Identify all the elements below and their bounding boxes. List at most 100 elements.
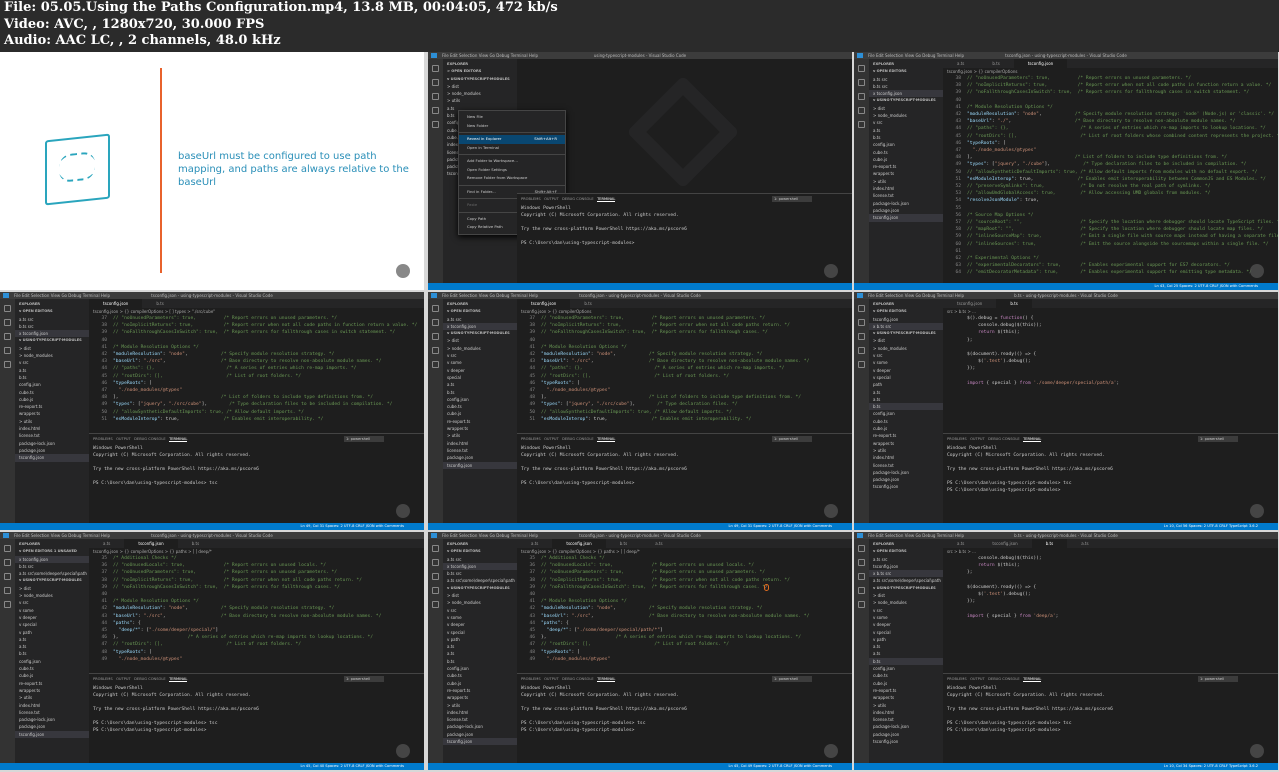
explorer-item[interactable]: license.txt [869, 716, 943, 723]
breadcrumb[interactable]: tsconfig.json > {} compilerOptions [943, 68, 1278, 75]
explorer-item[interactable]: a.ts [443, 643, 517, 650]
search-icon[interactable] [4, 319, 11, 326]
explorer-item[interactable]: a.ts src\some\deeper\special\path [869, 577, 943, 584]
extensions-icon[interactable] [432, 121, 439, 128]
explorer-section-header[interactable]: v OPEN EDITORS [869, 68, 943, 75]
panel-tab[interactable]: PROBLEMS [93, 677, 113, 681]
explorer-item[interactable]: tsconfig.json [443, 461, 517, 469]
code-editor[interactable]: 38 // "noUnusedParameters": true, /* Repo… [943, 75, 1278, 283]
explorer-item[interactable]: tsconfig.json [443, 738, 517, 746]
explorer-item[interactable]: > utils [443, 97, 517, 104]
explorer-item[interactable]: package-lock.json [15, 440, 89, 447]
editor-tab[interactable]: tsconfig.json [943, 299, 996, 308]
explorer-item[interactable]: cube.ts [443, 403, 517, 410]
code-editor[interactable]: 37 // "noUnusedParameters": true, /* Repo… [89, 315, 424, 433]
explorer-item[interactable]: index.html [15, 702, 89, 709]
search-icon[interactable] [858, 79, 865, 86]
terminal-shell-select[interactable]: 1: powershell [772, 436, 812, 442]
source-control-icon[interactable] [4, 573, 11, 580]
explorer-item[interactable]: index.html [869, 185, 943, 192]
explorer-item[interactable]: re-export.ts [443, 418, 517, 425]
explorer-item[interactable]: package.json [869, 731, 943, 738]
panel-tab[interactable]: PROBLEMS [947, 677, 967, 681]
explorer-item[interactable]: cube.js [443, 680, 517, 687]
explorer-item[interactable]: a.ts [869, 643, 943, 650]
panel-tab[interactable]: PROBLEMS [93, 437, 113, 441]
explorer-item[interactable]: > dist [15, 585, 89, 592]
explorer-item[interactable]: a.ts src\some\deeper\special\path [15, 570, 89, 577]
explorer-section-header[interactable]: v USING-TYPESCRIPT-MODULES [443, 76, 517, 83]
explorer-item[interactable]: x tsconfig.json [15, 555, 89, 563]
explorer-item[interactable]: v special [443, 629, 517, 636]
explorer-item[interactable]: > utils [443, 702, 517, 709]
explorer-item[interactable]: v path [15, 629, 89, 636]
terminal-shell-select[interactable]: 1: powershell [1198, 436, 1238, 442]
editor-tab[interactable]: a.ts [89, 539, 124, 548]
explorer-item[interactable]: index.html [869, 709, 943, 716]
editor-tab[interactable]: b.ts [606, 539, 641, 548]
explorer-item[interactable]: config.json [869, 141, 943, 148]
extensions-icon[interactable] [858, 601, 865, 608]
explorer-item[interactable]: > utils [869, 178, 943, 185]
code-editor[interactable]: 35 /* Additional Checks */ 36 // "noUnusedL… [517, 555, 852, 673]
search-icon[interactable] [4, 559, 11, 566]
explorer-item[interactable]: > dist [869, 592, 943, 599]
explorer-item[interactable]: v special [15, 621, 89, 628]
debug-icon[interactable] [4, 347, 11, 354]
explorer-item[interactable]: tsconfig.json [15, 730, 89, 739]
panel-tab[interactable]: TERMINAL [1023, 677, 1042, 682]
explorer-item[interactable]: > node_modules [443, 345, 517, 352]
explorer-section-header[interactable]: v USING-TYPESCRIPT-MODULES [15, 337, 89, 344]
explorer-item[interactable]: cube.ts [443, 672, 517, 679]
explorer-item[interactable]: > utils [869, 702, 943, 709]
explorer-item[interactable]: package.json [443, 731, 517, 738]
editor-tab[interactable]: a.ts [943, 539, 978, 548]
explorer-item[interactable]: cube.ts [15, 389, 89, 396]
explorer-item[interactable]: v src [869, 607, 943, 614]
files-icon[interactable] [858, 545, 865, 552]
debug-icon[interactable] [858, 347, 865, 354]
explorer-section-header[interactable]: v USING-TYPESCRIPT-MODULES [443, 330, 517, 337]
explorer-item[interactable]: path [869, 381, 943, 388]
search-icon[interactable] [858, 319, 865, 326]
explorer-section-header[interactable]: v OPEN EDITORS 1 UNSAVED [15, 548, 89, 555]
breadcrumb[interactable]: tsconfig.json > {} compilerOptions > {} … [89, 548, 424, 555]
code-editor[interactable]: $().debug = function() { console.debug($… [943, 315, 1278, 433]
explorer-item[interactable]: license.txt [443, 447, 517, 454]
terminal-shell-select[interactable]: 1: powershell [772, 676, 812, 682]
explorer-item[interactable]: v some [15, 607, 89, 614]
panel-tab[interactable]: TERMINAL [1023, 437, 1042, 442]
explorer-item[interactable]: a.ts src [869, 76, 943, 83]
extensions-icon[interactable] [4, 361, 11, 368]
explorer-item[interactable]: b.ts [869, 134, 943, 141]
editor-tab[interactable]: tsconfig.json [978, 539, 1031, 548]
explorer-item[interactable]: b.ts src [443, 570, 517, 577]
context-menu-item[interactable]: Reveal in Explorer Shift+Alt+R [459, 135, 565, 144]
explorer-section-header[interactable]: EXPLORER [15, 301, 89, 308]
extensions-icon[interactable] [4, 601, 11, 608]
explorer-item[interactable]: package.json [869, 476, 943, 483]
search-icon[interactable] [432, 319, 439, 326]
editor-tab[interactable]: tsconfig.json [89, 299, 143, 308]
explorer-item[interactable]: wrapper.ts [15, 410, 89, 417]
explorer-item[interactable]: v src [15, 599, 89, 606]
code-editor[interactable]: 37 // "noUnusedParameters": true, /* Repo… [517, 315, 852, 433]
explorer-item[interactable]: tsconfig.json [869, 738, 943, 745]
explorer-item[interactable]: v some [443, 614, 517, 621]
explorer-section-header[interactable]: EXPLORER [15, 541, 89, 548]
explorer-item[interactable]: > dist [443, 592, 517, 599]
explorer-item[interactable]: a.ts [15, 367, 89, 374]
extensions-icon[interactable] [432, 601, 439, 608]
explorer-item[interactable]: config.json [15, 658, 89, 665]
explorer-item[interactable]: index.html [869, 454, 943, 461]
explorer-item[interactable]: tsconfig.json [869, 483, 943, 490]
source-control-icon[interactable] [4, 333, 11, 340]
extensions-icon[interactable] [432, 361, 439, 368]
breadcrumb[interactable]: tsconfig.json > {} compilerOptions [517, 308, 852, 315]
terminal-shell-select[interactable]: 1: powershell [344, 676, 384, 682]
terminal-shell-select[interactable]: 1: powershell [772, 196, 812, 202]
panel-tab[interactable]: OUTPUT [970, 437, 985, 441]
breadcrumb[interactable]: tsconfig.json > {} compilerOptions > [ ]… [89, 308, 424, 315]
explorer-item[interactable]: x b.ts src [869, 570, 943, 578]
explorer-item[interactable]: license.txt [15, 432, 89, 439]
